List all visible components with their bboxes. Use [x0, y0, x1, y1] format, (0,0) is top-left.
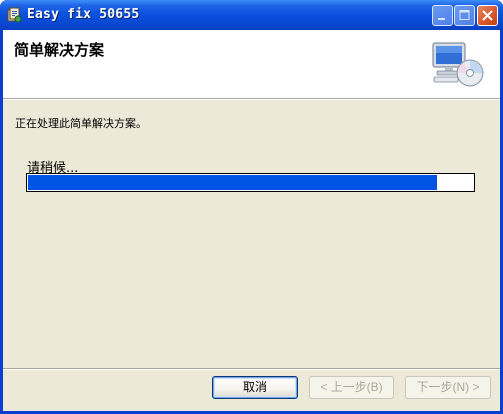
next-button[interactable]: 下一步(N) >	[405, 376, 491, 399]
installer-window: Easy fix 50655 简单解决方案 正在处理此简单解决方案。 请稍候..…	[0, 0, 503, 414]
dialog-body: 简单解决方案 正在处理此简单解决方案。 请稍候... 取消 < 上一步(B) 下…	[3, 30, 500, 411]
close-button[interactable]	[477, 5, 498, 26]
progress-fill	[28, 175, 437, 190]
status-text: 正在处理此简单解决方案。	[15, 117, 147, 130]
header-panel: 简单解决方案	[3, 30, 500, 99]
computer-cd-icon	[431, 40, 487, 88]
progress-bar	[26, 173, 475, 192]
installer-icon	[6, 7, 22, 23]
minimize-button[interactable]	[432, 5, 453, 26]
maximize-button[interactable]	[454, 5, 475, 26]
back-button[interactable]: < 上一步(B)	[309, 376, 394, 399]
title-bar[interactable]: Easy fix 50655	[0, 0, 503, 30]
header-divider	[3, 99, 500, 100]
cancel-button[interactable]: 取消	[212, 376, 298, 399]
window-title: Easy fix 50655	[27, 7, 140, 22]
page-title: 简单解决方案	[14, 41, 105, 59]
footer-divider-highlight	[3, 369, 500, 370]
